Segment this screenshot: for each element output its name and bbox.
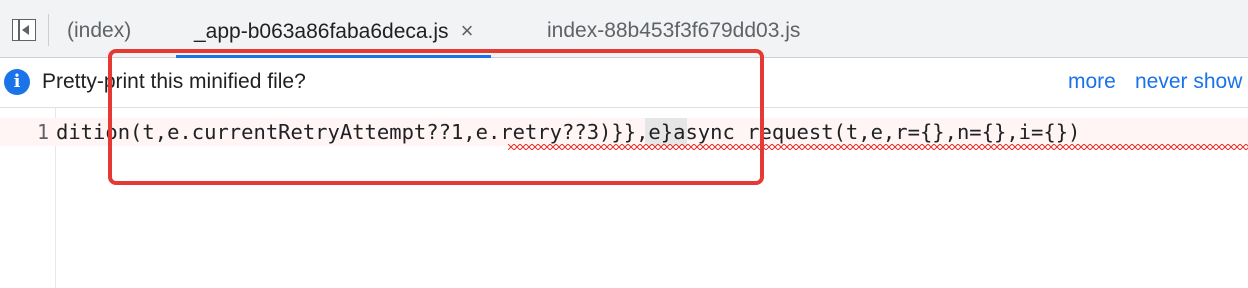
never-show-link[interactable]: never show bbox=[1135, 70, 1242, 94]
tab-label: _app-b063a86faba6deca.js bbox=[194, 20, 449, 43]
toolbar-divider bbox=[48, 14, 49, 46]
collapse-arrow-icon bbox=[22, 25, 29, 35]
close-tab-icon[interactable]: × bbox=[461, 18, 474, 43]
more-link[interactable]: more bbox=[1068, 70, 1116, 94]
line-number: 1 bbox=[36, 120, 49, 144]
tab-label: index-88b453f3f679dd03.js bbox=[547, 19, 801, 42]
navigator-divider bbox=[18, 20, 20, 40]
tab-label: (index) bbox=[67, 19, 132, 42]
annotation-rectangle bbox=[108, 49, 764, 185]
info-icon: i bbox=[4, 69, 30, 95]
toggle-navigator-icon[interactable] bbox=[12, 19, 36, 41]
